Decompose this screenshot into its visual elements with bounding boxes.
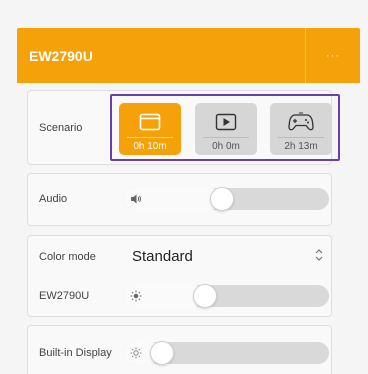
- audio-card: Audio: [27, 173, 332, 226]
- ew2790u-brightness-label: EW2790U: [39, 290, 90, 302]
- builtin-display-card: Built-in Display: [27, 325, 332, 374]
- sun-icon: [129, 346, 143, 360]
- audio-label: Audio: [39, 193, 68, 205]
- audio-slider-thumb[interactable]: [209, 187, 234, 211]
- scenario-button-desktop[interactable]: 0h 10m: [119, 103, 181, 155]
- color-mode-card: Color mode Standard EW2790U: [27, 235, 332, 317]
- color-mode-select[interactable]: Standard: [132, 248, 193, 265]
- sun-icon: [129, 289, 143, 303]
- device-header: EW2790U ···: [17, 28, 360, 83]
- scenario-group: 0h 10m 0h 0m 2h 13m: [110, 94, 340, 161]
- gamepad-icon: [288, 110, 314, 134]
- scenario-separator: [127, 137, 173, 138]
- builtin-display-label: Built-in Display: [39, 347, 112, 359]
- chevron-updown-icon[interactable]: [314, 247, 324, 268]
- scenario-label: Scenario: [39, 122, 83, 134]
- audio-slider[interactable]: [123, 187, 329, 211]
- scenario-time: 0h 0m: [212, 141, 240, 152]
- ew2790u-brightness-slider[interactable]: [123, 284, 329, 308]
- scenario-button-game[interactable]: 2h 13m: [270, 103, 332, 155]
- more-options-button[interactable]: ···: [306, 28, 360, 83]
- window-icon: [139, 110, 161, 134]
- builtin-brightness-slider[interactable]: [123, 341, 329, 365]
- device-title: EW2790U: [29, 47, 93, 64]
- color-mode-label: Color mode: [39, 251, 96, 263]
- builtin-brightness-thumb[interactable]: [150, 341, 175, 365]
- ew2790u-brightness-thumb[interactable]: [193, 284, 218, 308]
- scenario-separator: [278, 137, 324, 138]
- scenario-time: 2h 13m: [284, 141, 318, 152]
- speaker-icon: [129, 192, 143, 206]
- scenario-separator: [203, 137, 249, 138]
- scenario-button-movie[interactable]: 0h 0m: [195, 103, 257, 155]
- app-frame: EW2790U ··· Scenario 0h 10m 0h 0m 2h 13m…: [0, 0, 368, 374]
- scenario-card: Scenario 0h 10m 0h 0m 2h 13m: [27, 90, 340, 165]
- play-icon: [215, 110, 237, 134]
- scenario-time: 0h 10m: [133, 141, 167, 152]
